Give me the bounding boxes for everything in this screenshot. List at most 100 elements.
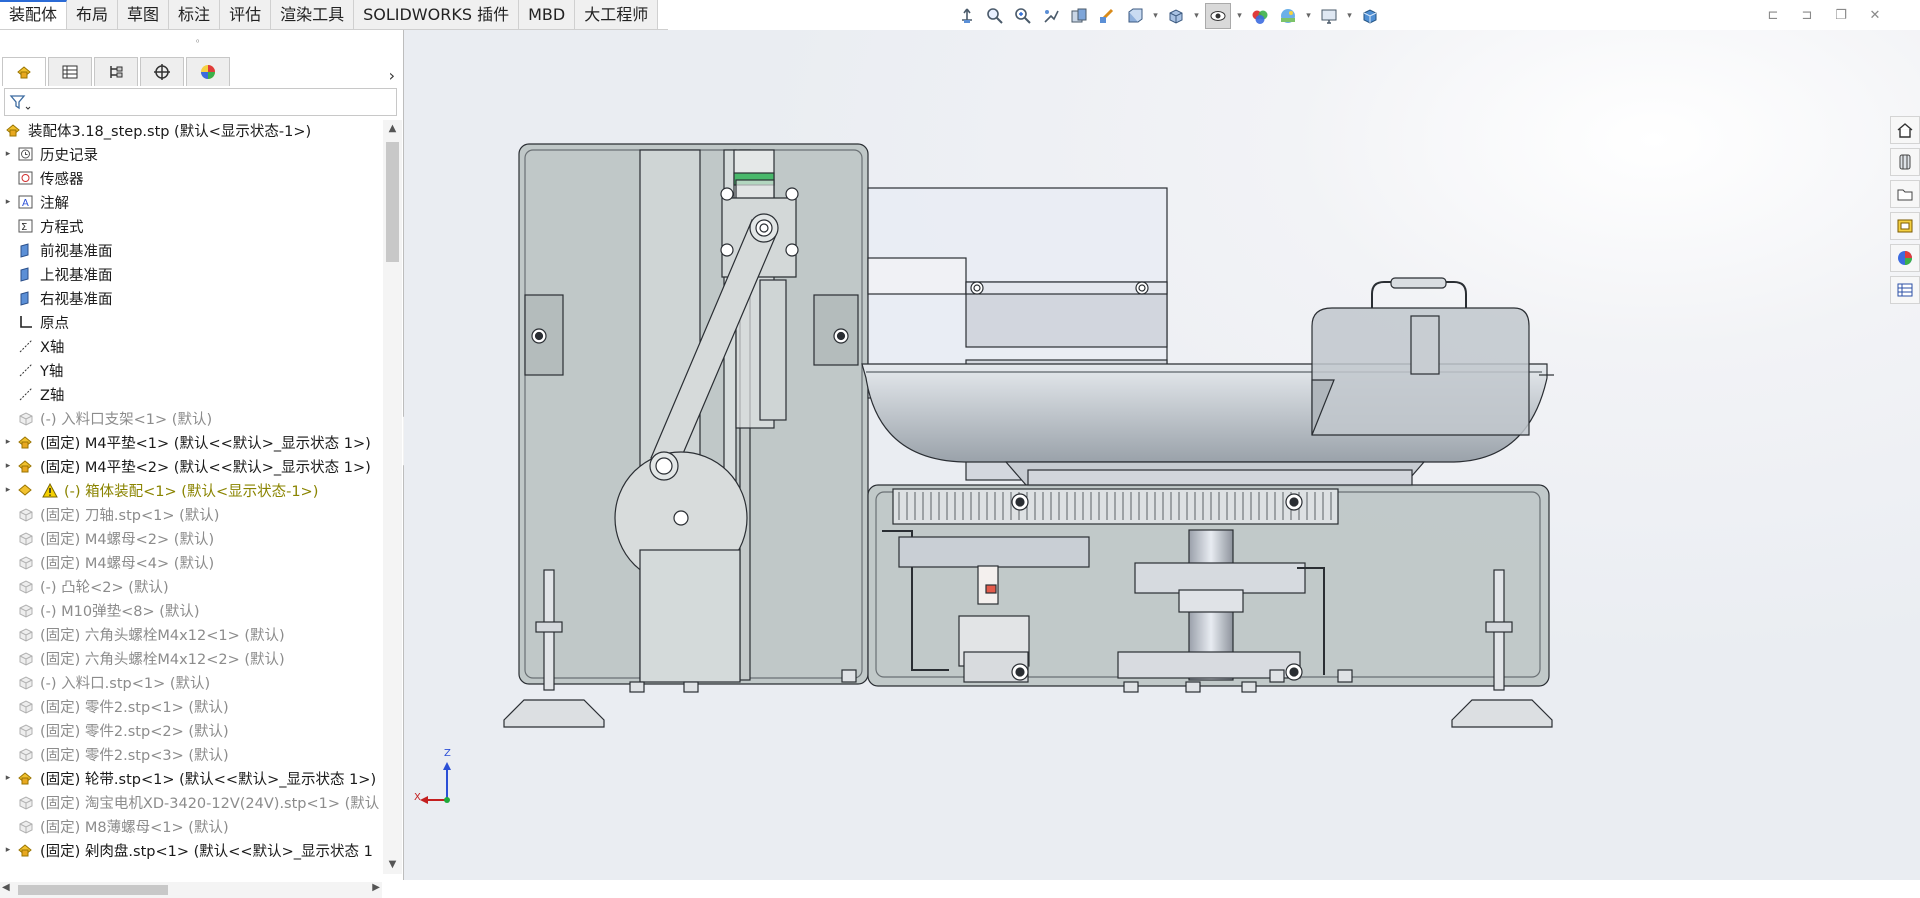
view-type-dropdown[interactable]: ▾ xyxy=(1151,4,1160,28)
tree-item[interactable]: 传感器 xyxy=(0,166,382,190)
tree-item[interactable]: ▸ (固定) 剁肉盘.stp<1> (默认<<默认>_显示状态 1 xyxy=(0,838,382,862)
dimxpert-tab[interactable] xyxy=(140,57,184,86)
task-pane-custom-properties[interactable] xyxy=(1890,276,1920,304)
tree-item[interactable]: X轴 xyxy=(0,334,382,358)
tree-item[interactable]: (-) 凸轮<2> (默认) xyxy=(0,574,382,598)
tree-item-label: (固定) 六角头螺栓M4x12<1> (默认) xyxy=(40,627,285,644)
tree-item[interactable]: (固定) 零件2.stp<3> (默认) xyxy=(0,742,382,766)
tree-item[interactable]: ▸ (-) 箱体装配<1> (默认<显示状态-1>) xyxy=(0,478,382,502)
tree-item[interactable]: Y轴 xyxy=(0,358,382,382)
tree-item[interactable]: (固定) M4螺母<4> (默认) xyxy=(0,550,382,574)
tree-item[interactable]: ▸ (固定) M4平垫<1> (默认<<默认>_显示状态 1>) xyxy=(0,430,382,454)
tree-item-label: Z轴 xyxy=(40,387,65,404)
display-style-icon[interactable] xyxy=(1164,4,1188,28)
task-pane-appearances[interactable] xyxy=(1890,244,1920,272)
restore-window-icon[interactable]: ❐ xyxy=(1830,4,1852,26)
apply-scene-icon[interactable] xyxy=(1276,4,1300,28)
view-orientation-icon[interactable] xyxy=(955,4,979,28)
tile-left-icon[interactable]: ⊏ xyxy=(1762,4,1784,26)
tree-item[interactable]: (固定) 淘宝电机XD-3420-12V(24V).stp<1> (默认 xyxy=(0,790,382,814)
tree-item[interactable]: (固定) 六角头螺栓M4x12<2> (默认) xyxy=(0,646,382,670)
view-settings-icon[interactable] xyxy=(1317,4,1341,28)
tree-item[interactable]: (固定) 零件2.stp<1> (默认) xyxy=(0,694,382,718)
tree-vertical-scrollbar[interactable]: ▲ ▼ xyxy=(383,120,402,874)
expand-arrow-icon[interactable]: ▸ xyxy=(0,773,16,783)
tree-item[interactable]: ▸ (固定) M4平垫<2> (默认<<默认>_显示状态 1>) xyxy=(0,454,382,478)
tab-layout[interactable]: 布局 xyxy=(67,0,119,30)
edit-appearance-icon[interactable] xyxy=(1248,4,1272,28)
tree-item[interactable]: 前视基准面 xyxy=(0,238,382,262)
tree-item[interactable]: (固定) 六角头螺栓M4x12<1> (默认) xyxy=(0,622,382,646)
view-settings-dropdown[interactable]: ▾ xyxy=(1345,4,1354,28)
tree-item[interactable]: (固定) M4螺母<2> (默认) xyxy=(0,526,382,550)
scroll-up-icon[interactable]: ▲ xyxy=(383,120,402,138)
dynamic-annotation-icon[interactable] xyxy=(1095,4,1119,28)
part-hidden-icon xyxy=(16,721,36,739)
assembly-model[interactable] xyxy=(404,30,1920,880)
tree-item[interactable]: ▸ A 注解 xyxy=(0,190,382,214)
tree-item[interactable]: (-) M10弹垫<8> (默认) xyxy=(0,598,382,622)
scroll-thumb[interactable] xyxy=(386,142,399,262)
apply-scene-dropdown[interactable]: ▾ xyxy=(1304,4,1313,28)
hide-show-items-icon[interactable] xyxy=(1205,3,1231,29)
tab-render-tools[interactable]: 渲染工具 xyxy=(271,0,355,30)
hide-show-dropdown[interactable]: ▾ xyxy=(1235,4,1244,28)
tree-item[interactable]: ▸ (固定) 轮带.stp<1> (默认<<默认>_显示状态 1>) xyxy=(0,766,382,790)
task-pane-file-explorer[interactable] xyxy=(1890,180,1920,208)
task-pane-home[interactable] xyxy=(1890,116,1920,144)
tree-item-label: (固定) 零件2.stp<1> (默认) xyxy=(40,699,229,716)
tree-item-label: (固定) M4螺母<4> (默认) xyxy=(40,555,215,572)
tree-horizontal-scrollbar[interactable]: ◀ ▶ xyxy=(0,882,382,898)
tab-markup[interactable]: 标注 xyxy=(169,0,221,30)
section-view-icon[interactable] xyxy=(1067,4,1091,28)
expand-arrow-icon[interactable]: ▸ xyxy=(0,149,16,159)
tile-right-icon[interactable]: ⊐ xyxy=(1796,4,1818,26)
panel-grip-handle[interactable]: ⁰ xyxy=(196,38,204,47)
close-window-icon[interactable]: ✕ xyxy=(1864,4,1886,26)
tree-item[interactable]: 右视基准面 xyxy=(0,286,382,310)
tree-item[interactable]: (固定) 刀轴.stp<1> (默认) xyxy=(0,502,382,526)
tree-item[interactable]: (固定) M8薄螺母<1> (默认) xyxy=(0,814,382,838)
tree-item[interactable]: (-) 入料口支架<1> (默认) xyxy=(0,406,382,430)
tree-item-label: 历史记录 xyxy=(40,147,98,164)
hscroll-thumb[interactable] xyxy=(18,885,168,895)
tree-item[interactable]: 原点 xyxy=(0,310,382,334)
tab-solidworks-addins[interactable]: SOLIDWORKS 插件 xyxy=(354,0,520,30)
featuremanager-tab[interactable] xyxy=(2,57,46,86)
tab-mbd[interactable]: MBD xyxy=(519,0,576,30)
tab-evaluate[interactable]: 评估 xyxy=(220,0,272,30)
task-pane-view-palette[interactable] xyxy=(1890,212,1920,240)
expand-arrow-icon[interactable]: ▸ xyxy=(0,437,16,447)
expand-arrow-icon[interactable]: ▸ xyxy=(0,485,16,495)
tree-item[interactable]: (-) 入料口.stp<1> (默认) xyxy=(0,670,382,694)
tab-assembly[interactable]: 装配体 xyxy=(0,0,68,32)
expand-arrow-icon[interactable]: ▸ xyxy=(0,845,16,855)
expand-arrow-icon[interactable]: ▸ xyxy=(0,461,16,471)
task-pane-design-library[interactable] xyxy=(1890,148,1920,176)
view-type-icon[interactable] xyxy=(1123,4,1147,28)
display-pane-icon[interactable] xyxy=(1358,4,1382,28)
display-style-dropdown[interactable]: ▾ xyxy=(1192,4,1201,28)
configurationmanager-tab[interactable] xyxy=(94,57,138,86)
zoom-to-area-icon[interactable] xyxy=(1011,4,1035,28)
tree-filter-box[interactable] xyxy=(4,88,397,116)
expand-arrow-icon[interactable]: ▸ xyxy=(0,197,16,207)
scroll-left-icon[interactable]: ◀ xyxy=(2,882,10,893)
tree-root-assembly[interactable]: 装配体3.18_step.stp (默认<显示状态-1>) xyxy=(0,118,382,142)
panel-next-arrow-icon[interactable]: › xyxy=(389,66,395,85)
scroll-down-icon[interactable]: ▼ xyxy=(383,856,402,874)
previous-view-icon[interactable] xyxy=(1039,4,1063,28)
graphics-area[interactable]: Z X xyxy=(404,30,1920,880)
tree-item[interactable]: Σ 方程式 xyxy=(0,214,382,238)
propertymanager-tab[interactable] xyxy=(48,57,92,86)
zoom-to-fit-icon[interactable] xyxy=(983,4,1007,28)
tree-item[interactable]: ▸ 历史记录 xyxy=(0,142,382,166)
tab-sketch[interactable]: 草图 xyxy=(118,0,170,30)
tree-item-label: (固定) M4平垫<1> (默认<<默认>_显示状态 1>) xyxy=(40,435,371,452)
tree-item[interactable]: (固定) 零件2.stp<2> (默认) xyxy=(0,718,382,742)
scroll-right-icon[interactable]: ▶ xyxy=(372,882,380,893)
tab-engineer[interactable]: 大工程师 xyxy=(575,0,659,30)
tree-item[interactable]: Z轴 xyxy=(0,382,382,406)
display-manager-tab[interactable] xyxy=(186,57,230,86)
tree-item[interactable]: 上视基准面 xyxy=(0,262,382,286)
